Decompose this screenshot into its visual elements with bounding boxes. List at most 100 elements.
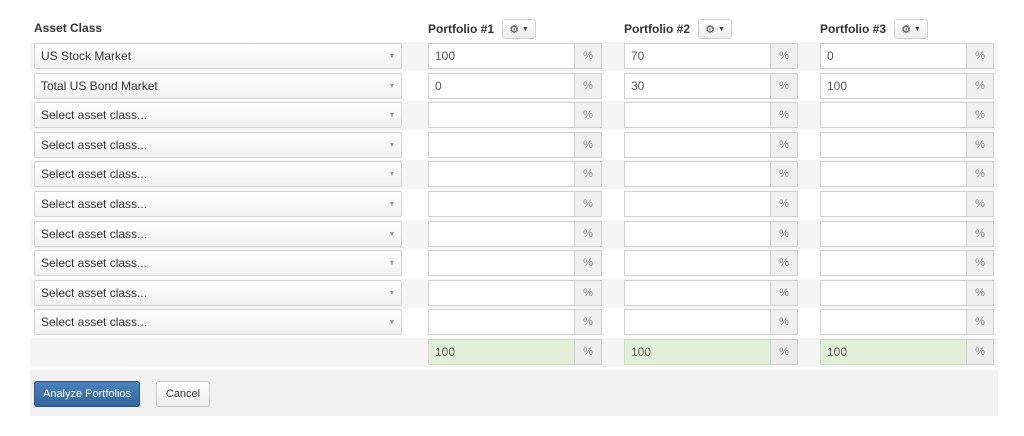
asset-class-select[interactable]: Select asset class... ▼ <box>34 132 402 158</box>
allocation-input[interactable] <box>820 132 966 158</box>
allocation-input[interactable] <box>428 161 574 187</box>
percent-addon: % <box>966 161 994 187</box>
allocation-row: Select asset class... ▼%%% <box>30 220 998 249</box>
asset-class-value: Select asset class... <box>41 315 148 329</box>
percent-addon: % <box>770 339 798 365</box>
dropdown-arrow-icon: ▼ <box>388 141 396 149</box>
allocation-row: Total US Bond Market ▼ 0% 30% 100% <box>30 72 998 101</box>
percent-addon: % <box>574 191 602 217</box>
allocation-input[interactable] <box>624 221 770 247</box>
percent-addon: % <box>966 309 994 335</box>
portfolio-header-1: Portfolio #1 ⚙ ▼ <box>428 18 537 40</box>
asset-class-select[interactable]: Select asset class... ▼ <box>34 280 402 306</box>
gear-icon: ⚙ <box>509 23 519 36</box>
allocation-input[interactable] <box>624 102 770 128</box>
percent-addon: % <box>770 280 798 306</box>
percent-addon: % <box>770 132 798 158</box>
asset-class-value: Select asset class... <box>41 227 148 241</box>
percent-addon: % <box>966 102 994 128</box>
asset-class-select[interactable]: Select asset class... ▼ <box>34 221 402 247</box>
percent-addon: % <box>966 339 994 365</box>
percent-addon: % <box>770 191 798 217</box>
asset-class-select[interactable]: Select asset class... ▼ <box>34 191 402 217</box>
allocation-input[interactable]: 0 <box>428 73 574 99</box>
percent-addon: % <box>966 250 994 276</box>
total-field: 100 <box>624 339 770 365</box>
portfolio-settings-button[interactable]: ⚙ ▼ <box>894 19 929 39</box>
allocation-input[interactable] <box>624 250 770 276</box>
allocation-input[interactable] <box>820 191 966 217</box>
dropdown-arrow-icon: ▼ <box>388 111 396 119</box>
analyze-portfolios-button[interactable]: Analyze Portfolios <box>34 381 140 407</box>
allocation-input[interactable]: 70 <box>624 43 770 69</box>
dropdown-arrow-icon: ▼ <box>388 82 396 90</box>
allocation-input[interactable] <box>428 132 574 158</box>
percent-addon: % <box>574 102 602 128</box>
allocation-input[interactable] <box>428 280 574 306</box>
asset-class-select[interactable]: Select asset class... ▼ <box>34 161 402 187</box>
allocation-input[interactable]: 100 <box>428 43 574 69</box>
allocation-row: Select asset class... ▼%%% <box>30 131 998 160</box>
asset-class-value: Select asset class... <box>41 256 148 270</box>
gear-icon: ⚙ <box>901 23 911 36</box>
percent-addon: % <box>770 221 798 247</box>
allocation-input[interactable] <box>820 280 966 306</box>
portfolio-header-2: Portfolio #2 ⚙ ▼ <box>624 18 733 40</box>
totals-row: 100% 100% 100% <box>30 338 998 367</box>
cancel-button[interactable]: Cancel <box>156 381 210 407</box>
allocation-input[interactable] <box>624 191 770 217</box>
allocation-row: Select asset class... ▼%%% <box>30 160 998 189</box>
asset-class-select[interactable]: Total US Bond Market ▼ <box>34 73 402 99</box>
allocation-input[interactable] <box>820 161 966 187</box>
percent-addon: % <box>966 280 994 306</box>
percent-addon: % <box>770 309 798 335</box>
asset-class-value: Select asset class... <box>41 108 148 122</box>
allocation-input[interactable] <box>624 309 770 335</box>
allocation-input[interactable] <box>428 102 574 128</box>
allocation-row: Select asset class... ▼%%% <box>30 190 998 219</box>
allocation-row: Select asset class... ▼%%% <box>30 101 998 130</box>
portfolio-settings-button[interactable]: ⚙ ▼ <box>698 19 733 39</box>
allocation-input[interactable] <box>428 250 574 276</box>
caret-down-icon: ▼ <box>521 25 529 33</box>
percent-addon: % <box>574 43 602 69</box>
asset-class-select[interactable]: Select asset class... ▼ <box>34 102 402 128</box>
gear-icon: ⚙ <box>705 23 715 36</box>
percent-addon: % <box>966 191 994 217</box>
percent-addon: % <box>966 132 994 158</box>
asset-class-select[interactable]: US Stock Market ▼ <box>34 43 402 69</box>
allocation-input[interactable] <box>624 161 770 187</box>
allocation-input[interactable] <box>820 250 966 276</box>
allocation-input[interactable] <box>624 132 770 158</box>
asset-class-value: Select asset class... <box>41 197 148 211</box>
dropdown-arrow-icon: ▼ <box>388 259 396 267</box>
percent-addon: % <box>770 102 798 128</box>
asset-class-select[interactable]: Select asset class... ▼ <box>34 309 402 335</box>
dropdown-arrow-icon: ▼ <box>388 230 396 238</box>
allocation-input[interactable] <box>820 221 966 247</box>
allocation-input[interactable] <box>624 280 770 306</box>
allocation-input[interactable] <box>428 191 574 217</box>
asset-class-value: Total US Bond Market <box>41 79 158 93</box>
caret-down-icon: ▼ <box>717 25 725 33</box>
asset-class-value: Select asset class... <box>41 286 148 300</box>
allocation-input[interactable]: 100 <box>820 73 966 99</box>
dropdown-arrow-icon: ▼ <box>388 52 396 60</box>
percent-addon: % <box>574 250 602 276</box>
allocation-input[interactable] <box>428 309 574 335</box>
percent-addon: % <box>770 43 798 69</box>
portfolio-settings-button[interactable]: ⚙ ▼ <box>502 19 537 39</box>
allocation-row: Select asset class... ▼%%% <box>30 308 998 337</box>
portfolio-title: Portfolio #3 <box>820 22 887 36</box>
allocation-input[interactable] <box>820 102 966 128</box>
asset-class-select[interactable]: Select asset class... ▼ <box>34 250 402 276</box>
allocation-input[interactable] <box>428 221 574 247</box>
percent-addon: % <box>966 73 994 99</box>
percent-addon: % <box>574 309 602 335</box>
dropdown-arrow-icon: ▼ <box>388 200 396 208</box>
allocation-input[interactable]: 0 <box>820 43 966 69</box>
percent-addon: % <box>574 280 602 306</box>
percent-addon: % <box>966 221 994 247</box>
allocation-input[interactable] <box>820 309 966 335</box>
allocation-input[interactable]: 30 <box>624 73 770 99</box>
